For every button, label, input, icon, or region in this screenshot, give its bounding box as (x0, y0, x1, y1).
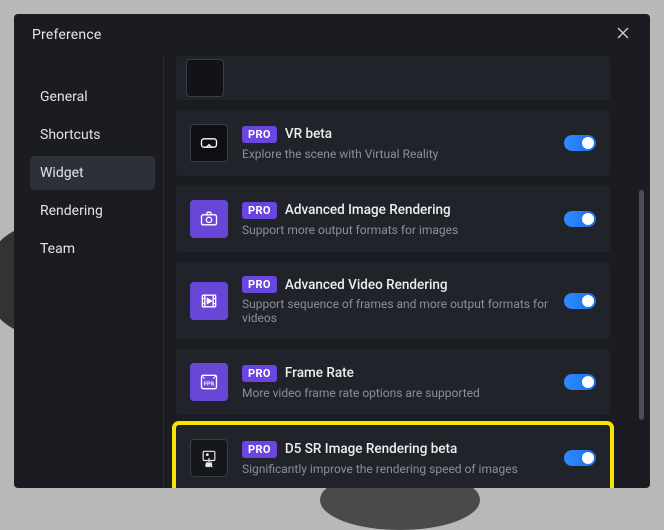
film-icon (190, 282, 228, 320)
fps-icon: FPS (190, 363, 228, 401)
setting-text: PRO Advanced Image Rendering Support mor… (242, 202, 550, 237)
setting-title: Frame Rate (285, 365, 354, 381)
sidebar-item-team[interactable]: Team (30, 232, 155, 266)
close-icon (617, 27, 629, 43)
setting-text: PRO Frame Rate More video frame rate opt… (242, 365, 550, 400)
content-area: PRO VR beta Explore the scene with Virtu… (164, 56, 650, 488)
toggle-advanced-video-rendering[interactable] (564, 293, 596, 309)
sidebar-item-label: Team (40, 241, 75, 257)
setting-desc: Support more output formats for images (242, 223, 550, 237)
pro-badge: PRO (242, 365, 277, 382)
setting-desc: Significantly improve the rendering spee… (242, 462, 550, 476)
setting-text: PRO Advanced Video Rendering Support seq… (242, 276, 550, 325)
setting-desc: More video frame rate options are suppor… (242, 386, 550, 400)
vr-icon (190, 124, 228, 162)
sidebar-item-rendering[interactable]: Rendering (30, 194, 155, 228)
dialog-title: Preference (32, 27, 102, 43)
placeholder-icon (186, 59, 224, 97)
setting-advanced-image-rendering: PRO Advanced Image Rendering Support mor… (176, 186, 610, 252)
sidebar-item-label: Shortcuts (40, 127, 101, 143)
setting-text: PRO D5 SR Image Rendering beta Significa… (242, 441, 550, 476)
svg-text:SR: SR (206, 462, 213, 467)
close-button[interactable] (612, 24, 634, 46)
setting-title: VR beta (285, 126, 332, 142)
dialog-titlebar: Preference (14, 14, 650, 56)
sr-icon: SR (190, 439, 228, 477)
pro-badge: PRO (242, 441, 277, 458)
pro-badge: PRO (242, 202, 277, 219)
setting-desc: Support sequence of frames and more outp… (242, 297, 550, 325)
setting-vr-beta: PRO VR beta Explore the scene with Virtu… (176, 110, 610, 176)
toggle-frame-rate[interactable] (564, 374, 596, 390)
sidebar: General Shortcuts Widget Rendering Team (14, 56, 164, 488)
sidebar-item-general[interactable]: General (30, 80, 155, 114)
preference-dialog: Preference General Shortcuts Widget Rend… (14, 14, 650, 488)
partial-setting-row (176, 56, 610, 100)
sidebar-item-label: General (40, 89, 88, 105)
setting-text: PRO VR beta Explore the scene with Virtu… (242, 126, 550, 161)
setting-title: D5 SR Image Rendering beta (285, 441, 457, 457)
toggle-d5-sr-image-rendering[interactable] (564, 450, 596, 466)
setting-title: Advanced Video Rendering (285, 277, 448, 293)
setting-advanced-video-rendering: PRO Advanced Video Rendering Support seq… (176, 262, 610, 339)
dialog-body: General Shortcuts Widget Rendering Team (14, 56, 650, 488)
camera-icon (190, 200, 228, 238)
settings-scroll-area[interactable]: PRO VR beta Explore the scene with Virtu… (164, 56, 650, 488)
pro-badge: PRO (242, 276, 277, 293)
setting-desc: Explore the scene with Virtual Reality (242, 147, 550, 161)
sidebar-item-label: Rendering (40, 203, 103, 219)
setting-d5-sr-image-rendering: SR PRO D5 SR Image Rendering beta Signif… (176, 425, 610, 488)
toggle-vr-beta[interactable] (564, 135, 596, 151)
setting-title: Advanced Image Rendering (285, 202, 451, 218)
sidebar-item-widget[interactable]: Widget (30, 156, 155, 190)
sidebar-item-shortcuts[interactable]: Shortcuts (30, 118, 155, 152)
scrollbar-thumb[interactable] (639, 190, 644, 420)
setting-frame-rate: FPS PRO Frame Rate More video frame rate… (176, 349, 610, 415)
pro-badge: PRO (242, 126, 277, 143)
toggle-advanced-image-rendering[interactable] (564, 211, 596, 227)
svg-text:FPS: FPS (204, 381, 215, 387)
sidebar-item-label: Widget (40, 165, 84, 181)
